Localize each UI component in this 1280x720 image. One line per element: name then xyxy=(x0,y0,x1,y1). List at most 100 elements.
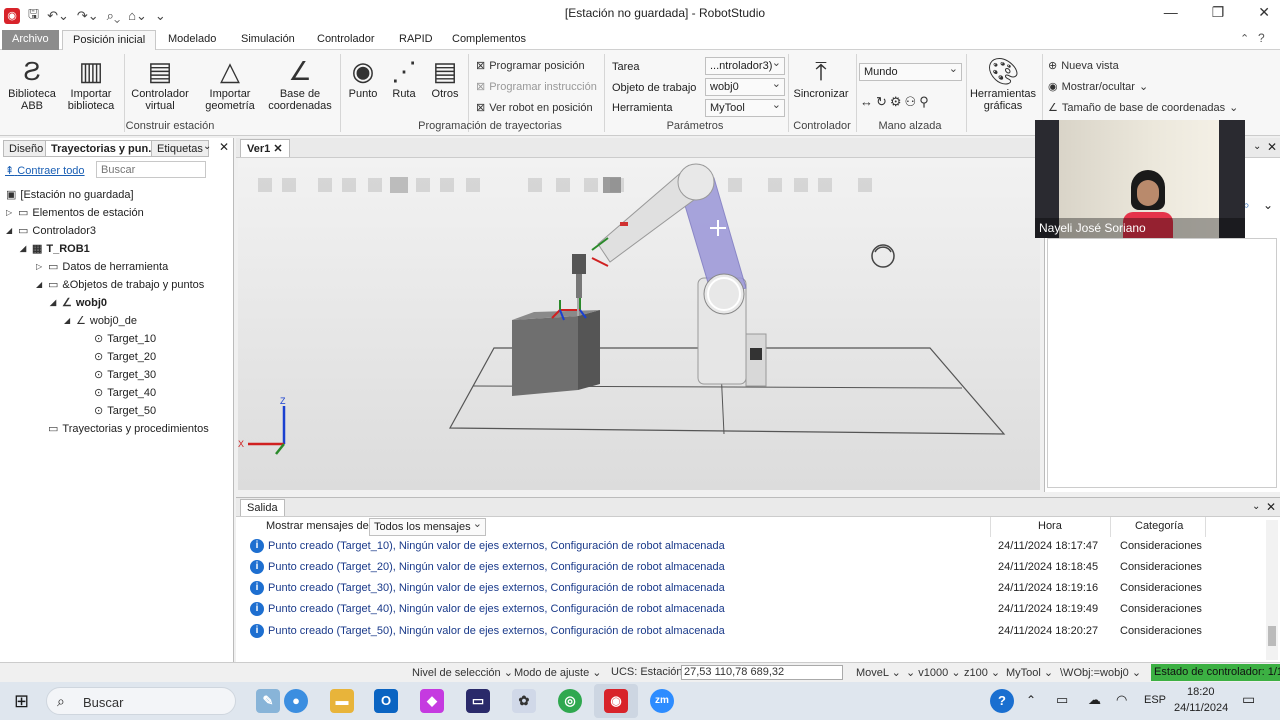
chevron-down-icon[interactable]: ⌄ xyxy=(1263,198,1273,212)
zone-dropdown[interactable]: z100 ⌄ xyxy=(964,666,1000,679)
help-icon[interactable]: ? xyxy=(1258,31,1265,45)
tab-etiquetas[interactable]: Etiquetas xyxy=(151,140,209,157)
collapse-tree-icon[interactable]: ◢ xyxy=(50,298,58,307)
speed-dropdown[interactable]: ⌄ v1000 ⌄ xyxy=(906,666,961,679)
panel-menu-icon[interactable]: ⌄ xyxy=(203,141,211,152)
desktop-widget-icon[interactable]: ✎ xyxy=(256,689,280,713)
search-input[interactable] xyxy=(96,161,206,178)
tab-complementos[interactable]: Complementos xyxy=(442,30,536,50)
base-coordenadas-button[interactable]: ∠ Base de coordenadas xyxy=(264,54,336,112)
punto-button[interactable]: ◉ Punto xyxy=(344,54,382,100)
collapse-ribbon-icon[interactable]: ⌃ xyxy=(1240,32,1249,45)
tab-simulacion[interactable]: Simulación xyxy=(231,30,305,50)
nueva-vista-button[interactable]: ⊕ Nueva vista xyxy=(1048,59,1119,73)
restore-icon[interactable]: ❐ xyxy=(1212,4,1225,21)
outlook-icon[interactable]: O xyxy=(374,689,398,713)
reference-frame-select[interactable]: Mundo xyxy=(859,62,962,81)
output-row[interactable]: i Punto creado (Target_10), Ningún valor… xyxy=(248,536,1266,557)
tab-rapid[interactable]: RAPID xyxy=(389,30,443,50)
otros-button[interactable]: ▤ Otros xyxy=(426,54,464,100)
battery-icon[interactable]: ▭ xyxy=(1056,692,1068,708)
herramienta-select[interactable]: MyTool xyxy=(705,98,785,117)
close-tab-icon[interactable]: ✕ xyxy=(273,143,282,155)
output-row[interactable]: i Punto creado (Target_50), Ningún valor… xyxy=(248,621,1266,642)
3d-viewport[interactable]: Z X xyxy=(238,158,1040,490)
minimize-icon[interactable]: — xyxy=(1164,4,1178,21)
copilot-app-icon[interactable]: ◆ xyxy=(420,689,444,713)
tree-item-target-50[interactable]: ⊙ Target_50 xyxy=(94,404,156,418)
importar-biblioteca-button[interactable]: ▥ Importar biblioteca xyxy=(62,54,120,112)
paint-icon[interactable]: ✿ xyxy=(512,689,536,713)
taskbar-search-box[interactable]: ⌕ Buscar xyxy=(46,687,236,715)
ruta-button[interactable]: ⋰ Ruta xyxy=(386,54,422,100)
app-window-icon[interactable]: ▭ xyxy=(466,689,490,713)
tree-item-controlador3[interactable]: ◢ ▭ Controlador3 xyxy=(6,224,96,238)
panel-close-icon[interactable]: ✕ xyxy=(219,140,229,154)
tree-item-target-10[interactable]: ⊙ Target_10 xyxy=(94,332,156,346)
panel-menu-icon[interactable]: ⌄ xyxy=(1253,141,1261,152)
panel-close-icon[interactable]: ✕ xyxy=(1267,140,1277,154)
collapse-tree-icon[interactable]: ◢ xyxy=(36,280,44,289)
programar-instruccion-button[interactable]: ⊠ Programar instrucción xyxy=(476,80,597,94)
ver-robot-button[interactable]: ⊠ Ver robot en posición xyxy=(476,101,593,115)
panel-menu-icon[interactable]: ⌄ xyxy=(1252,501,1260,512)
controlador-virtual-button[interactable]: ▤ Controlador virtual xyxy=(128,54,192,112)
tree-item-trayectorias[interactable]: ▭ Trayectorias y procedimientos xyxy=(48,422,209,436)
collapse-all-link[interactable]: ⇞ Contraer todo xyxy=(5,164,85,177)
column-categoria[interactable]: Categoría xyxy=(1135,520,1183,532)
windows-start-icon[interactable]: ⊞ xyxy=(14,691,29,712)
tree-item-target-30[interactable]: ⊙ Target_30 xyxy=(94,368,156,382)
copilot-icon[interactable]: ● xyxy=(284,689,308,713)
output-row[interactable]: i Punto creado (Target_20), Ningún valor… xyxy=(248,557,1266,578)
tab-posicion-inicial[interactable]: Posición inicial xyxy=(62,30,157,50)
cloud-icon[interactable]: ☁ xyxy=(1088,692,1101,708)
objeto-trabajo-select[interactable]: wobj0 xyxy=(705,77,785,96)
tab-controlador[interactable]: Controlador xyxy=(307,30,384,50)
wobj-dropdown[interactable]: \WObj:=wobj0 ⌄ xyxy=(1060,666,1141,679)
expand-icon[interactable]: ▷ xyxy=(36,262,44,271)
importar-geometria-button[interactable]: △ Importar geometría xyxy=(200,54,260,112)
collapse-tree-icon[interactable]: ◢ xyxy=(6,226,14,235)
robotstudio-taskbar-icon[interactable]: ◉ xyxy=(604,689,628,713)
output-scrollbar[interactable] xyxy=(1266,520,1278,660)
biblioteca-abb-button[interactable]: Ƨ Biblioteca ABB xyxy=(6,54,58,112)
collapse-tree-icon[interactable]: ◢ xyxy=(64,316,72,325)
tab-archivo[interactable]: Archivo xyxy=(2,30,59,50)
tree-item-target-40[interactable]: ⊙ Target_40 xyxy=(94,386,156,400)
close-icon[interactable]: ✕ xyxy=(1258,4,1270,21)
tab-modelado[interactable]: Modelado xyxy=(158,30,226,50)
expand-icon[interactable]: ▷ xyxy=(6,208,14,217)
ucs-coordinates[interactable]: 27,53 110,78 689,32 xyxy=(681,665,843,680)
chrome-icon[interactable]: ◎ xyxy=(558,689,582,713)
file-explorer-icon[interactable]: ▬ xyxy=(330,689,354,713)
tab-ver1[interactable]: Ver1 ✕ xyxy=(240,139,290,157)
tree-item-wobj0[interactable]: ◢ ∠ wobj0 xyxy=(50,296,107,310)
wifi-icon[interactable]: ◠ xyxy=(1116,692,1127,708)
tree-item-datos-herramienta[interactable]: ▷ ▭ Datos de herramienta xyxy=(36,260,168,274)
herramientas-graficas-button[interactable]: 🎨︎ Herramientas gráficas xyxy=(968,54,1038,112)
help-icon[interactable]: ? xyxy=(990,689,1014,713)
panel-close-icon[interactable]: ✕ xyxy=(1266,500,1276,514)
tree-item-target-20[interactable]: ⊙ Target_20 xyxy=(94,350,156,364)
tree-item-objetos-trabajo[interactable]: ◢ ▭ &Objetos de trabajo y puntos xyxy=(36,278,204,292)
tool-dropdown[interactable]: MyTool ⌄ xyxy=(1006,666,1053,679)
output-row[interactable]: i Punto creado (Target_40), Ningún valor… xyxy=(248,599,1266,620)
tree-item-t-rob1[interactable]: ◢ ▦ T_ROB1 xyxy=(20,242,90,256)
controller-state-badge[interactable]: Estado de controlador: 1/1 xyxy=(1151,664,1280,681)
zoom-app-icon[interactable]: zm xyxy=(650,689,674,713)
modo-ajuste-dropdown[interactable]: Modo de ajuste ⌄ xyxy=(514,666,602,679)
chevron-up-icon[interactable]: ⌃ xyxy=(1026,693,1036,707)
clock-time[interactable]: 18:20 xyxy=(1187,686,1215,698)
tarea-select[interactable]: ...ntrolador3) xyxy=(705,56,785,75)
movel-dropdown[interactable]: MoveL ⌄ xyxy=(856,666,901,679)
tree-item-elementos[interactable]: ▷ ▭ Elementos de estación xyxy=(6,206,144,220)
sincronizar-button[interactable]: ⤒ Sincronizar xyxy=(790,54,852,100)
output-row[interactable]: i Punto creado (Target_30), Ningún valor… xyxy=(248,578,1266,599)
tab-diseno[interactable]: Diseño xyxy=(3,140,50,157)
collapse-tree-icon[interactable]: ◢ xyxy=(20,244,28,253)
tree-item-wobj0-de[interactable]: ◢ ∠ wobj0_de xyxy=(64,314,137,328)
tab-trayectorias[interactable]: Trayectorias y pun... xyxy=(45,140,164,157)
notifications-icon[interactable]: ▭ xyxy=(1242,691,1255,708)
tab-salida[interactable]: Salida xyxy=(240,499,285,516)
mostrar-ocultar-button[interactable]: ◉ Mostrar/ocultar ⌄ xyxy=(1048,80,1148,94)
